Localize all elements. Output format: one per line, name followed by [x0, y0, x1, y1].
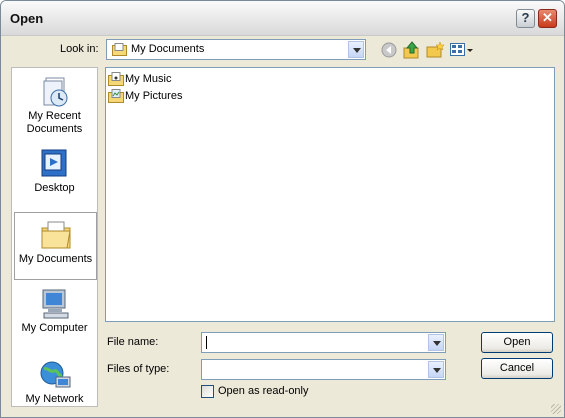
view-menu-icon[interactable] — [450, 42, 474, 58]
file-name: My Music — [125, 73, 172, 85]
help-button[interactable]: ? — [516, 9, 535, 28]
place-my-computer[interactable]: My Computer — [14, 288, 95, 335]
files-of-type-combo[interactable] — [201, 359, 446, 380]
my-computer-icon — [38, 288, 72, 320]
place-label: My Network — [25, 393, 84, 405]
place-my-recent-documents[interactable]: My Recent Documents — [14, 76, 95, 136]
place-label: Desktop — [34, 182, 75, 194]
file-name-field[interactable] — [201, 332, 446, 353]
look-in-combo[interactable]: My Documents — [106, 39, 366, 60]
file-name-label: File name: — [107, 336, 159, 348]
file-list[interactable]: My Music My Pictures — [105, 67, 555, 322]
music-folder-icon — [108, 72, 124, 87]
open-dialog: Open ? ✕ Look in: My Documents My Recent… — [0, 0, 565, 418]
place-my-network[interactable]: My Network — [14, 359, 95, 406]
read-only-label[interactable]: Open as read-only — [218, 385, 309, 397]
title-bar[interactable]: Open ? ✕ — [1, 1, 564, 36]
my-network-icon — [38, 359, 72, 391]
recent-documents-icon — [38, 76, 72, 108]
text-cursor — [206, 336, 207, 349]
place-my-documents[interactable]: My Documents — [14, 212, 97, 280]
chevron-down-icon[interactable] — [428, 334, 444, 351]
place-desktop[interactable]: Desktop — [14, 148, 95, 195]
place-label: My Computer — [21, 322, 88, 334]
files-of-type-label: Files of type: — [107, 363, 170, 375]
list-item[interactable]: My Music — [108, 71, 171, 87]
file-name: My Pictures — [125, 90, 183, 102]
back-icon[interactable] — [381, 42, 397, 58]
place-label: My Recent Documents — [26, 110, 83, 135]
window-title: Open — [10, 11, 44, 26]
chevron-down-icon[interactable] — [348, 41, 364, 58]
places-bar: My Recent Documents Desktop My Documents… — [11, 67, 98, 407]
desktop-icon — [38, 148, 72, 180]
read-only-checkbox[interactable] — [201, 385, 214, 398]
new-folder-icon[interactable] — [426, 41, 445, 59]
close-button[interactable]: ✕ — [538, 9, 557, 28]
place-label: My Documents — [18, 253, 93, 265]
list-item[interactable]: My Pictures — [108, 88, 182, 104]
open-button[interactable]: Open — [481, 332, 553, 353]
documents-folder-icon — [112, 43, 127, 56]
up-folder-icon[interactable] — [403, 41, 421, 59]
pictures-folder-icon — [108, 89, 124, 104]
cancel-button[interactable]: Cancel — [481, 358, 553, 379]
chevron-down-icon[interactable] — [428, 361, 444, 378]
resize-grip[interactable] — [551, 404, 561, 414]
my-documents-icon — [39, 219, 73, 251]
look-in-label: Look in: — [60, 43, 99, 55]
look-in-value: My Documents — [131, 43, 205, 55]
